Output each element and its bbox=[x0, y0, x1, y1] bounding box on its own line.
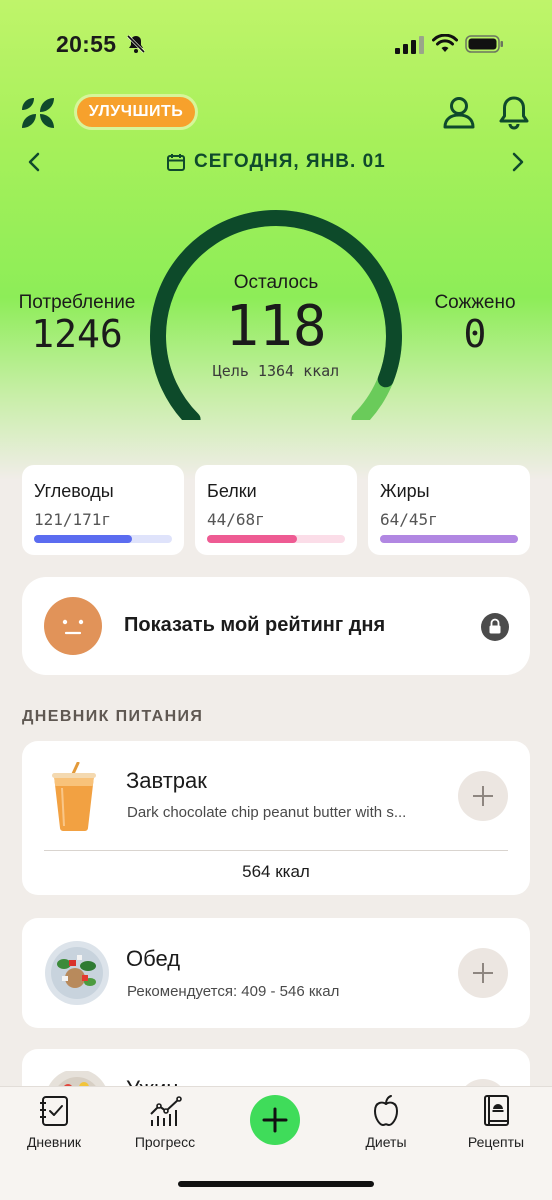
consumed-label: Потребление bbox=[18, 292, 136, 313]
consumed-value: 1246 bbox=[31, 312, 123, 356]
goal-label: Цель 1364 ккал bbox=[212, 362, 340, 380]
drink-cup-image bbox=[52, 762, 96, 831]
home-indicator bbox=[178, 1181, 374, 1187]
tab-label: Дневник bbox=[26, 1134, 82, 1150]
apple-icon bbox=[374, 1095, 398, 1126]
upgrade-button[interactable]: УЛУЧШИТЬ bbox=[74, 94, 198, 130]
macro-value: 64/45г bbox=[380, 510, 438, 529]
macro-card-protein[interactable]: Белки 44/68г bbox=[195, 465, 357, 555]
salad-plate-image bbox=[45, 941, 109, 1005]
meal-kcal-total: 564 ккал bbox=[242, 862, 310, 881]
tab-label: Диеты bbox=[365, 1134, 407, 1150]
tab-label: Рецепты bbox=[467, 1134, 525, 1150]
meal-title: Обед bbox=[126, 946, 181, 971]
add-breakfast-button[interactable] bbox=[458, 771, 508, 821]
calendar-icon bbox=[167, 154, 185, 171]
date-label: СЕГОДНЯ, ЯНВ. 01 bbox=[194, 151, 386, 172]
next-day-chevron-icon[interactable] bbox=[508, 150, 528, 174]
bell-muted-icon bbox=[126, 34, 146, 54]
add-lunch-button[interactable] bbox=[458, 948, 508, 998]
notifications-bell-icon[interactable] bbox=[497, 94, 531, 130]
neutral-face-icon bbox=[44, 597, 102, 655]
meal-subtitle: Dark chocolate chip peanut butter with s… bbox=[127, 804, 407, 821]
tab-diary[interactable]: Дневник bbox=[4, 1094, 104, 1150]
date-selector[interactable]: СЕГОДНЯ, ЯНВ. 01 bbox=[166, 148, 386, 176]
plus-icon bbox=[473, 786, 493, 806]
meal-subtitle: Рекомендуется: 409 - 546 ккал bbox=[127, 983, 340, 1000]
macro-name: Углеводы bbox=[34, 481, 114, 501]
tab-diets[interactable]: Диеты bbox=[336, 1094, 436, 1150]
macro-card-fat[interactable]: Жиры 64/45г bbox=[368, 465, 530, 555]
status-time: 20:55 bbox=[56, 31, 117, 57]
daily-rating-label: Показать мой рейтинг дня bbox=[124, 614, 386, 636]
plus-icon bbox=[262, 1107, 288, 1133]
macro-progress-track bbox=[380, 535, 518, 543]
profile-icon[interactable] bbox=[442, 94, 476, 130]
diary-icon bbox=[40, 1096, 68, 1126]
meal-divider bbox=[44, 850, 508, 851]
burned-value: 0 bbox=[463, 312, 487, 356]
burned-label: Сожжено bbox=[434, 292, 516, 313]
previous-day-chevron-icon[interactable] bbox=[24, 150, 44, 174]
macro-name: Жиры bbox=[380, 481, 430, 501]
progress-chart-icon bbox=[150, 1096, 182, 1126]
add-entry-button[interactable] bbox=[250, 1095, 300, 1145]
macro-name: Белки bbox=[207, 481, 257, 501]
battery-icon bbox=[465, 35, 503, 53]
tab-label: Прогресс bbox=[134, 1134, 196, 1150]
macro-progress-fill bbox=[207, 535, 297, 543]
tab-progress[interactable]: Прогресс bbox=[115, 1094, 215, 1150]
cellular-signal-icon bbox=[395, 36, 424, 54]
macro-progress-fill bbox=[34, 535, 132, 543]
macro-value: 44/68г bbox=[207, 510, 265, 529]
plus-icon bbox=[473, 963, 493, 983]
meal-title: Завтрак bbox=[126, 768, 207, 793]
recipe-book-icon bbox=[484, 1095, 509, 1126]
wifi-icon bbox=[432, 34, 458, 52]
macro-value: 121/171г bbox=[34, 510, 112, 529]
remaining-label: Осталось bbox=[233, 272, 319, 293]
macro-card-carbs[interactable]: Углеводы 121/171г bbox=[22, 465, 184, 555]
macro-progress-track bbox=[34, 535, 172, 543]
lock-icon bbox=[481, 613, 509, 641]
macro-progress-track bbox=[207, 535, 345, 543]
app-logo-icon bbox=[22, 98, 54, 128]
food-diary-heading: ДНЕВНИК ПИТАНИЯ bbox=[22, 708, 204, 725]
remaining-value: 118 bbox=[225, 294, 327, 359]
tab-recipes[interactable]: Рецепты bbox=[446, 1094, 546, 1150]
macro-progress-fill bbox=[380, 535, 518, 543]
